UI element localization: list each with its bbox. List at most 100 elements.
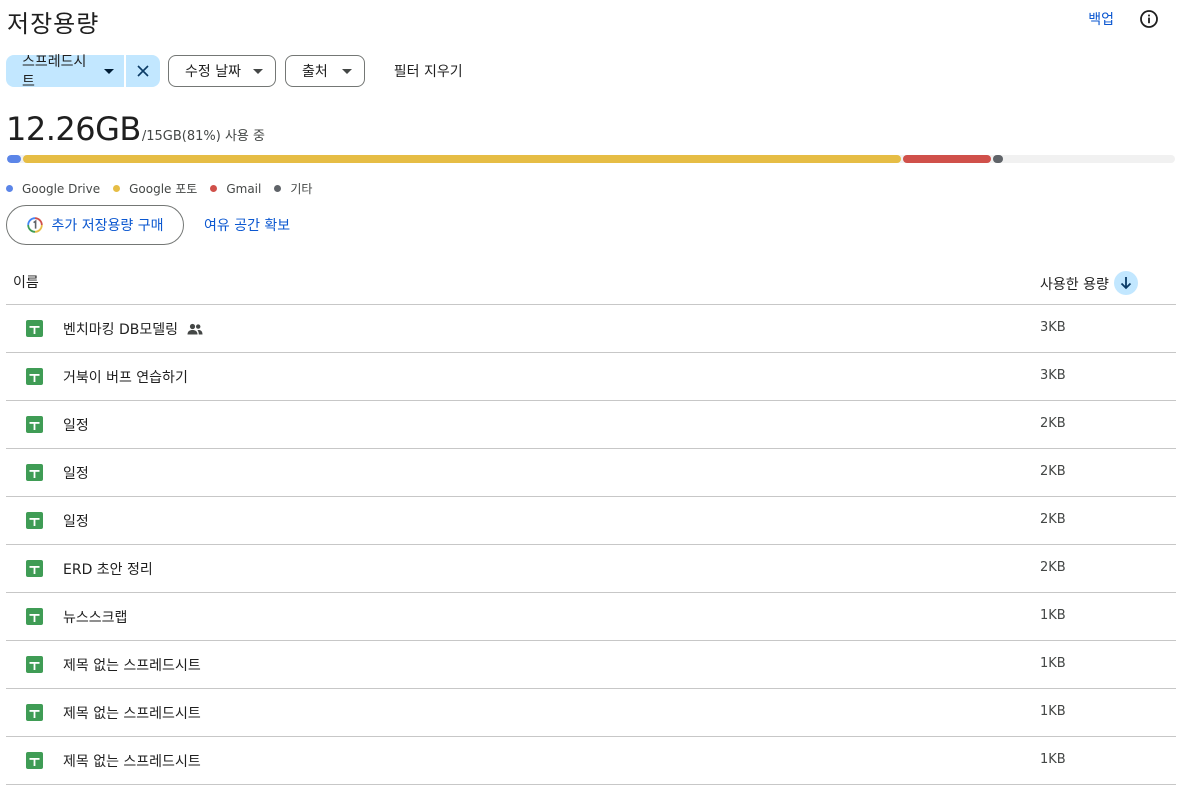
file-name: ERD 초안 정리 <box>63 559 153 579</box>
file-name-label: 일정 <box>63 418 89 434</box>
type-filter-chip[interactable]: 스프레드시트 <box>6 54 124 90</box>
header-actions: 백업 <box>1088 8 1160 30</box>
file-name: 뉴스스크랩 <box>63 607 127 627</box>
legend-dot <box>274 185 282 192</box>
source-filter-label: 출처 <box>301 64 328 80</box>
file-size: 2KB <box>1040 464 1066 479</box>
spreadsheet-icon <box>26 464 43 485</box>
usage-legend: Google Drive Google 포토 Gmail 기타 <box>6 180 325 197</box>
table-row[interactable]: 거북이 버프 연습하기 3KB <box>6 353 1176 401</box>
cta-row: 추가 저장용량 구매 여유 공간 확보 <box>6 205 290 245</box>
file-size: 2KB <box>1040 416 1066 431</box>
usage-bar <box>7 155 1175 163</box>
column-header-name[interactable]: 이름 <box>13 272 39 292</box>
column-header-size-label: 사용한 용량 <box>1040 277 1109 293</box>
spreadsheet-icon <box>26 368 43 389</box>
legend-label: 기타 <box>290 182 313 196</box>
spreadsheet-icon <box>26 608 43 629</box>
usage-segment <box>903 155 991 163</box>
legend-label: Gmail <box>226 181 262 196</box>
legend-label: Google Drive <box>22 181 101 196</box>
legend-item: Gmail <box>210 182 261 196</box>
file-name-label: 제목 없는 스프레드시트 <box>63 658 201 674</box>
legend-dot <box>6 185 13 192</box>
filter-bar: 스프레드시트 수정 날짜 출처 필터 지우기 <box>6 54 463 90</box>
storage-usage: 12.26GB /15GB(81%) 사용 중 <box>6 110 265 148</box>
file-list: 벤치마킹 DB모델링 3KB 거북이 버프 연습하기 3KB 일정 2KB 일정 2KB 일정 2… <box>6 305 1176 785</box>
table-row[interactable]: 제목 없는 스프레드시트 1KB <box>6 641 1176 689</box>
usage-amount: 12.26GB <box>6 110 141 148</box>
usage-segment <box>993 155 1003 163</box>
info-icon[interactable] <box>1138 8 1160 30</box>
usage-segment <box>23 155 901 163</box>
close-icon <box>137 65 149 77</box>
table-header: 이름 사용한 용량 <box>6 258 1176 305</box>
table-row[interactable]: 일정 2KB <box>6 449 1176 497</box>
file-size: 1KB <box>1040 752 1066 767</box>
table-row[interactable]: 제목 없는 스프레드시트 1KB <box>6 689 1176 737</box>
clear-type-filter-button[interactable] <box>126 55 160 87</box>
table-row[interactable]: 뉴스스크랩 1KB <box>6 593 1176 641</box>
chevron-down-icon <box>341 68 352 74</box>
spreadsheet-icon <box>26 704 43 725</box>
file-size: 2KB <box>1040 560 1066 575</box>
legend-item: Google 포토 <box>113 180 197 197</box>
legend-item: Google Drive <box>6 182 100 196</box>
backup-link[interactable]: 백업 <box>1088 9 1114 29</box>
arrow-down-icon <box>1120 277 1131 290</box>
column-header-size[interactable]: 사용한 용량 <box>1040 271 1138 296</box>
legend-dot <box>113 185 121 192</box>
file-name: 벤치마킹 DB모델링 <box>63 319 203 339</box>
file-name-label: 뉴스스크랩 <box>63 610 128 626</box>
modified-filter-chip[interactable]: 수정 날짜 <box>168 55 276 87</box>
clear-filters-button[interactable]: 필터 지우기 <box>394 61 463 81</box>
buy-storage-label: 추가 저장용량 구매 <box>51 218 164 234</box>
modified-filter-label: 수정 날짜 <box>185 64 241 80</box>
file-name-label: 일정 <box>63 466 89 482</box>
file-size: 3KB <box>1040 368 1066 383</box>
file-name-label: 제목 없는 스프레드시트 <box>63 706 201 722</box>
table-row[interactable]: 일정 2KB <box>6 401 1176 449</box>
file-name-label: 일정 <box>63 514 89 530</box>
usage-detail: /15GB(81%) 사용 중 <box>141 129 265 144</box>
file-name-label: ERD 초안 정리 <box>63 562 153 578</box>
legend-label: Google 포토 <box>129 182 198 196</box>
buy-storage-button[interactable]: 추가 저장용량 구매 <box>6 205 184 245</box>
spreadsheet-icon <box>26 320 43 341</box>
type-filter-label: 스프레드시트 <box>22 54 87 90</box>
table-row[interactable]: 벤치마킹 DB모델링 3KB <box>6 305 1176 353</box>
sort-descending-button[interactable] <box>1113 271 1138 295</box>
file-size: 1KB <box>1040 656 1066 671</box>
chevron-down-icon <box>104 68 114 74</box>
shared-people-icon <box>187 323 203 335</box>
file-name: 제목 없는 스프레드시트 <box>63 655 201 675</box>
source-filter-chip[interactable]: 출처 <box>284 55 365 87</box>
spreadsheet-icon <box>26 656 43 677</box>
table-row[interactable]: 제목 없는 스프레드시트 1KB <box>6 737 1176 785</box>
file-name-label: 벤치마킹 DB모델링 <box>63 322 178 338</box>
usage-segment <box>7 155 21 163</box>
spreadsheet-icon <box>26 416 43 437</box>
file-name: 제목 없는 스프레드시트 <box>63 751 201 771</box>
table-row[interactable]: 일정 2KB <box>6 497 1176 545</box>
file-name: 제목 없는 스프레드시트 <box>63 703 201 723</box>
table-row[interactable]: ERD 초안 정리 2KB <box>6 545 1176 593</box>
chevron-down-icon <box>252 68 263 74</box>
file-size: 3KB <box>1040 320 1066 335</box>
legend-item: 기타 <box>274 180 312 197</box>
file-name: 일정 <box>63 463 89 483</box>
file-name: 일정 <box>63 511 89 531</box>
spreadsheet-icon <box>26 752 43 773</box>
file-size: 1KB <box>1040 704 1066 719</box>
spreadsheet-icon <box>26 512 43 533</box>
file-name: 일정 <box>63 415 89 435</box>
spreadsheet-icon <box>26 560 43 581</box>
file-name-label: 거북이 버프 연습하기 <box>63 370 188 386</box>
file-name: 거북이 버프 연습하기 <box>63 367 188 387</box>
file-name-label: 제목 없는 스프레드시트 <box>63 754 201 770</box>
file-size: 1KB <box>1040 608 1066 623</box>
page-title: 저장용량 <box>7 10 100 38</box>
free-up-space-link[interactable]: 여유 공간 확보 <box>204 215 290 235</box>
legend-dot <box>210 185 218 192</box>
file-size: 2KB <box>1040 512 1066 527</box>
